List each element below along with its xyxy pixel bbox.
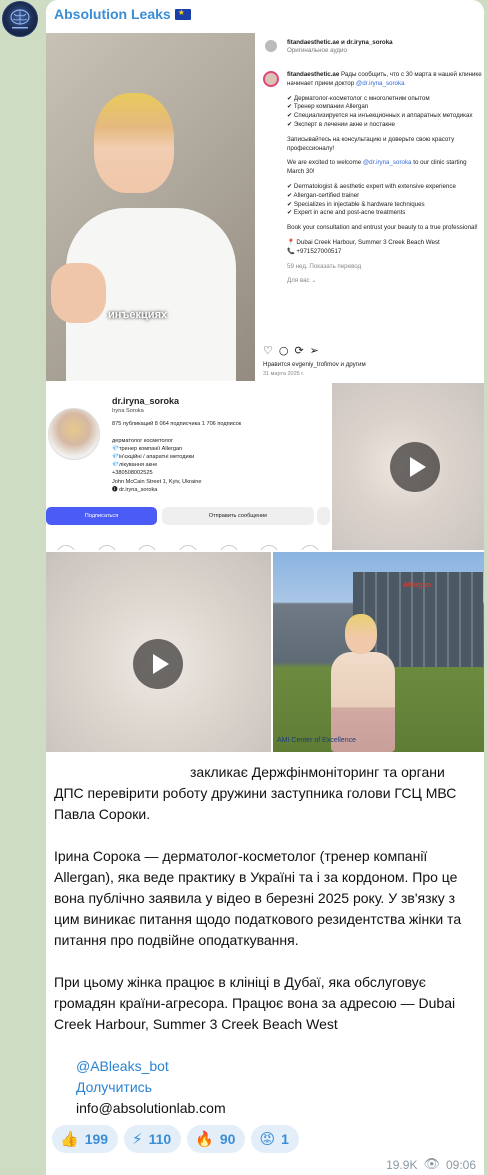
message-time: 09:06 [445,1157,476,1172]
blurred-video-thumbnail[interactable] [46,552,271,752]
reaction-fire[interactable]: 🔥 90 [187,1125,246,1153]
eu-flag-icon [174,8,191,20]
angry-face-icon: 😡 [259,1130,276,1148]
media-album: инъекциях fitandaesthetic.ae и dr.iryna_… [46,33,484,752]
reaction-angry[interactable]: 😡 1 [251,1125,299,1153]
reaction-thumbs-up[interactable]: 👍 199 [52,1125,119,1153]
eye-icon: 👁 [423,1157,440,1172]
bot-link[interactable]: @ABleaks_bot [76,1056,226,1077]
brain-logo-icon [10,9,30,29]
reactions-bar: 👍 199 ⚡ 110 🔥 90 😡 1 [52,1125,299,1153]
join-link[interactable]: Долучитись [76,1077,226,1098]
message-meta: 19.9K 👁 09:06 [386,1157,476,1172]
video-frame-photo[interactable]: инъекциях [46,33,255,381]
photo-outside-building[interactable]: Allergan AMI Center of Excellence [273,552,484,752]
message-bubble: Absolution Leaks инъекциях fitandaesthet… [46,0,484,1175]
profile-bio: дерматолог косметолог 💎тренер компанії A… [112,438,202,493]
channel-avatar[interactable] [2,1,38,37]
message-text: закликає Держфінмоніторинг та органи ДПС… [54,764,462,1032]
message-links: @ABleaks_bot Долучитись info@absolutionl… [76,1056,226,1119]
view-count: 19.9K [386,1157,418,1172]
video-caption: инъекциях [108,309,168,321]
reaction-lightning[interactable]: ⚡ 110 [124,1125,182,1153]
fire-icon: 🔥 [195,1130,214,1148]
story-highlights [46,545,330,550]
profile-picture [48,408,100,460]
play-icon[interactable] [390,442,440,492]
instagram-post-screenshot[interactable]: fitandaesthetic.ae и dr.iryna_soroka Ори… [255,33,484,381]
follow-button: Подписаться [46,507,157,525]
lightning-icon: ⚡ [132,1130,143,1148]
message-button: Отправить сообщение [162,507,314,525]
email-link[interactable]: info@absolutionlab.com [76,1098,226,1119]
thumbs-up-icon: 👍 [60,1130,79,1148]
post-actions-icons: ♡○⟳➢ [263,344,325,357]
play-icon[interactable] [133,639,183,689]
post-body: fitandaesthetic.ae Рады сообщить, что с … [287,71,482,285]
instagram-profile-screenshot[interactable]: dr.iryna_soroka Iryna Soroka 875 публика… [46,383,330,550]
channel-name[interactable]: Absolution Leaks [54,6,191,22]
post-author-avatar [265,40,277,52]
clinic-avatar [263,71,279,87]
more-button [317,507,330,525]
blurred-video-thumbnail[interactable] [332,383,484,550]
